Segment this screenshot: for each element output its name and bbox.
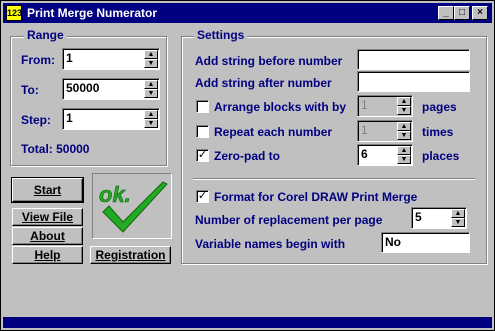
window-title: Print Merge Numerator [27,6,158,20]
title-bar[interactable]: 123 Print Merge Numerator _ □ × [3,3,492,23]
repeat-checkbox[interactable] [196,125,209,138]
zeropad-unit: places [422,149,460,163]
spin-down-icon[interactable]: ▼ [144,89,158,98]
replace-value: 5 [415,210,422,224]
zeropad-value: 6 [361,147,368,161]
help-button[interactable]: Help [12,246,83,264]
registration-button[interactable]: Registration [90,246,171,264]
spin-up-icon[interactable]: ▲ [144,80,158,89]
spin-down-icon[interactable]: ▼ [144,119,158,128]
from-spinbox[interactable]: 1 ▲ ▼ [62,48,160,70]
app-icon[interactable]: 123 [6,5,22,21]
replace-spinner[interactable]: ▲ ▼ [451,209,465,227]
spin-up-icon[interactable]: ▲ [397,97,411,106]
repeat-spinbox[interactable]: 1 ▲ ▼ [357,120,413,142]
after-input[interactable] [357,71,470,92]
spin-up-icon[interactable]: ▲ [451,209,465,218]
replace-spinbox[interactable]: 5 ▲ ▼ [411,207,467,229]
status-bar [3,317,492,328]
ok-status-image: ok. [92,173,172,239]
spin-down-icon[interactable]: ▼ [451,218,465,227]
arrange-checkbox[interactable] [196,100,209,113]
about-button[interactable]: About [12,227,83,245]
spin-down-icon[interactable]: ▼ [397,106,411,115]
arrange-spinbox[interactable]: 1 ▲ ▼ [357,95,413,117]
repeat-unit: times [422,125,454,139]
maximize-button[interactable]: □ [454,6,470,20]
step-label: Step: [21,113,51,127]
zeropad-spinner[interactable]: ▲ ▼ [397,146,411,164]
before-label: Add string before number [195,54,343,68]
before-input[interactable] [357,49,470,70]
to-value: 50000 [66,81,100,95]
corel-label: Format for Corel DRAW Print Merge [214,190,418,204]
view-file-button[interactable]: View File [12,208,83,226]
repeat-spinner[interactable]: ▲ ▼ [397,122,411,140]
total-label: Total: 50000 [21,142,90,156]
step-spinbox[interactable]: 1 ▲ ▼ [62,108,160,130]
replace-label: Number of replacement per page [195,213,383,227]
from-label: From: [21,53,55,67]
start-button[interactable]: Start [11,177,84,203]
repeat-value: 1 [361,123,368,137]
minimize-button[interactable]: _ [438,6,454,20]
corel-checkbox[interactable]: ✓ [196,190,209,203]
spin-up-icon[interactable]: ▲ [144,110,158,119]
ok-text: ok. [99,182,131,207]
spin-down-icon[interactable]: ▼ [397,131,411,140]
spin-up-icon[interactable]: ▲ [397,122,411,131]
after-label: Add string after number [195,76,332,90]
spin-down-icon[interactable]: ▼ [397,155,411,164]
repeat-label: Repeat each number [214,125,333,139]
settings-divider [193,178,475,180]
varnames-label: Variable names begin with [195,237,346,251]
varnames-input[interactable]: No [381,232,470,253]
checkmark-icon: ok. [99,181,168,233]
settings-title: Settings [194,28,248,42]
step-value: 1 [66,111,73,125]
arrange-label: Arrange blocks with by [214,100,347,114]
spin-up-icon[interactable]: ▲ [144,50,158,59]
to-spinner[interactable]: ▲ ▼ [144,80,158,98]
zeropad-spinbox[interactable]: 6 ▲ ▼ [357,144,413,166]
zeropad-checkbox[interactable]: ✓ [196,149,209,162]
from-spinner[interactable]: ▲ ▼ [144,50,158,68]
range-title: Range [24,28,67,42]
arrange-unit: pages [422,100,457,114]
spin-down-icon[interactable]: ▼ [144,59,158,68]
main-window: 123 Print Merge Numerator _ □ × Range Fr… [0,0,495,331]
to-spinbox[interactable]: 50000 ▲ ▼ [62,78,160,100]
arrange-value: 1 [361,98,368,112]
step-spinner[interactable]: ▲ ▼ [144,110,158,128]
from-value: 1 [66,51,73,65]
to-label: To: [21,83,39,97]
arrange-spinner[interactable]: ▲ ▼ [397,97,411,115]
close-button[interactable]: × [472,6,488,20]
zeropad-label: Zero-pad to [214,149,280,163]
spin-up-icon[interactable]: ▲ [397,146,411,155]
